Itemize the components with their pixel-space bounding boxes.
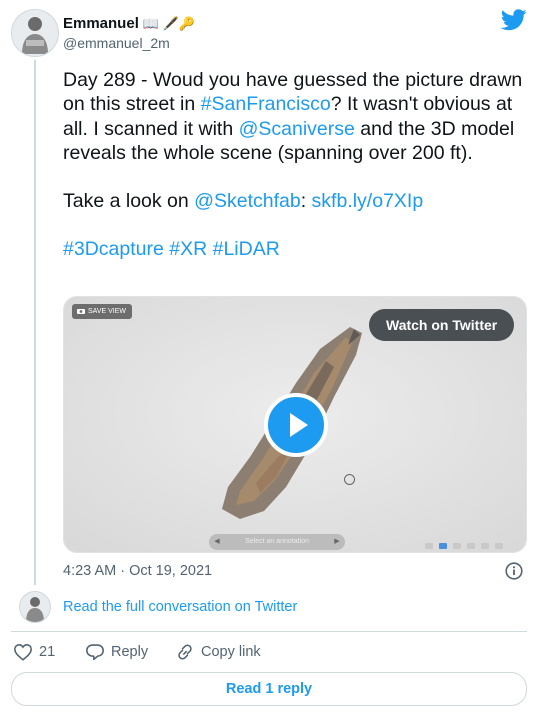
twitter-bird-icon[interactable] (500, 9, 527, 31)
reply-label: Reply (111, 644, 149, 660)
viewer-control-icon[interactable] (425, 543, 433, 549)
small-avatar[interactable] (19, 591, 51, 623)
read-reply-button[interactable]: Read 1 reply (11, 672, 527, 706)
divider (11, 631, 527, 632)
hashtag-lidar[interactable]: #LiDAR (213, 238, 280, 260)
watch-on-twitter-button[interactable]: Watch on Twitter (369, 309, 515, 341)
mention-scaniverse[interactable]: @Scaniverse (239, 118, 355, 140)
tweet-paragraph-1: Day 289 - Woud you have guessed the pict… (63, 69, 523, 164)
viewer-control-icon[interactable] (495, 543, 503, 549)
play-button[interactable] (264, 393, 328, 457)
read-full-conversation-link[interactable]: Read the full conversation on Twitter (63, 599, 297, 615)
copy-link-action[interactable]: Copy link (175, 643, 261, 663)
reply-icon (86, 644, 104, 661)
sketchfab-link[interactable]: skfb.ly/o7XIp (312, 190, 424, 212)
like-action[interactable]: 21 (13, 643, 55, 663)
author-avatar[interactable] (11, 9, 59, 57)
media-video[interactable]: SAVE VIEW Watch on Twitter ◀ Select an a… (63, 296, 527, 553)
link-icon (178, 644, 192, 660)
hashtag-3dcapture[interactable]: #3Dcapture (63, 238, 164, 260)
viewer-control-icon[interactable] (439, 543, 447, 549)
tweet-timestamp[interactable]: 4:23 AM · Oct 19, 2021 (63, 563, 212, 579)
viewer-controls (419, 536, 503, 549)
like-count: 21 (39, 644, 56, 660)
viewer-control-icon[interactable] (467, 543, 475, 549)
annotation-prev-icon[interactable]: ◀ (211, 534, 223, 550)
save-view-button[interactable]: SAVE VIEW (72, 304, 132, 319)
copy-link-label: Copy link (201, 644, 261, 660)
heart-icon (14, 644, 32, 661)
hashtag-xr[interactable]: #XR (169, 238, 207, 260)
reply-action[interactable]: Reply (85, 643, 148, 663)
author-name[interactable]: Emmanuel 📖 🖋️🔑 (63, 15, 195, 32)
annotation-next-icon[interactable]: ▶ (331, 534, 343, 550)
hashtag-sanfrancisco[interactable]: #SanFrancisco (201, 93, 331, 115)
viewer-control-icon[interactable] (481, 543, 489, 549)
cursor-marker (344, 474, 355, 485)
play-icon (290, 413, 308, 437)
thread-line (34, 60, 36, 585)
author-emoji: 📖 🖋️🔑 (142, 16, 196, 31)
camera-icon (77, 309, 85, 315)
annotation-selector[interactable]: ◀ Select an annotation ▶ (209, 534, 345, 550)
tweet-text: Day 289 - Woud you have guessed the pict… (63, 68, 528, 262)
tweet-paragraph-2: Take a look on @Sketchfab: skfb.ly/o7XIp (63, 190, 424, 213)
mention-sketchfab[interactable]: @Sketchfab (194, 190, 301, 212)
viewer-control-icon[interactable] (453, 543, 461, 549)
tweet-hashtags: #3Dcapture #XR #LiDAR (63, 237, 528, 261)
author-handle[interactable]: @emmanuel_2m (63, 35, 170, 51)
info-icon[interactable] (505, 562, 523, 580)
